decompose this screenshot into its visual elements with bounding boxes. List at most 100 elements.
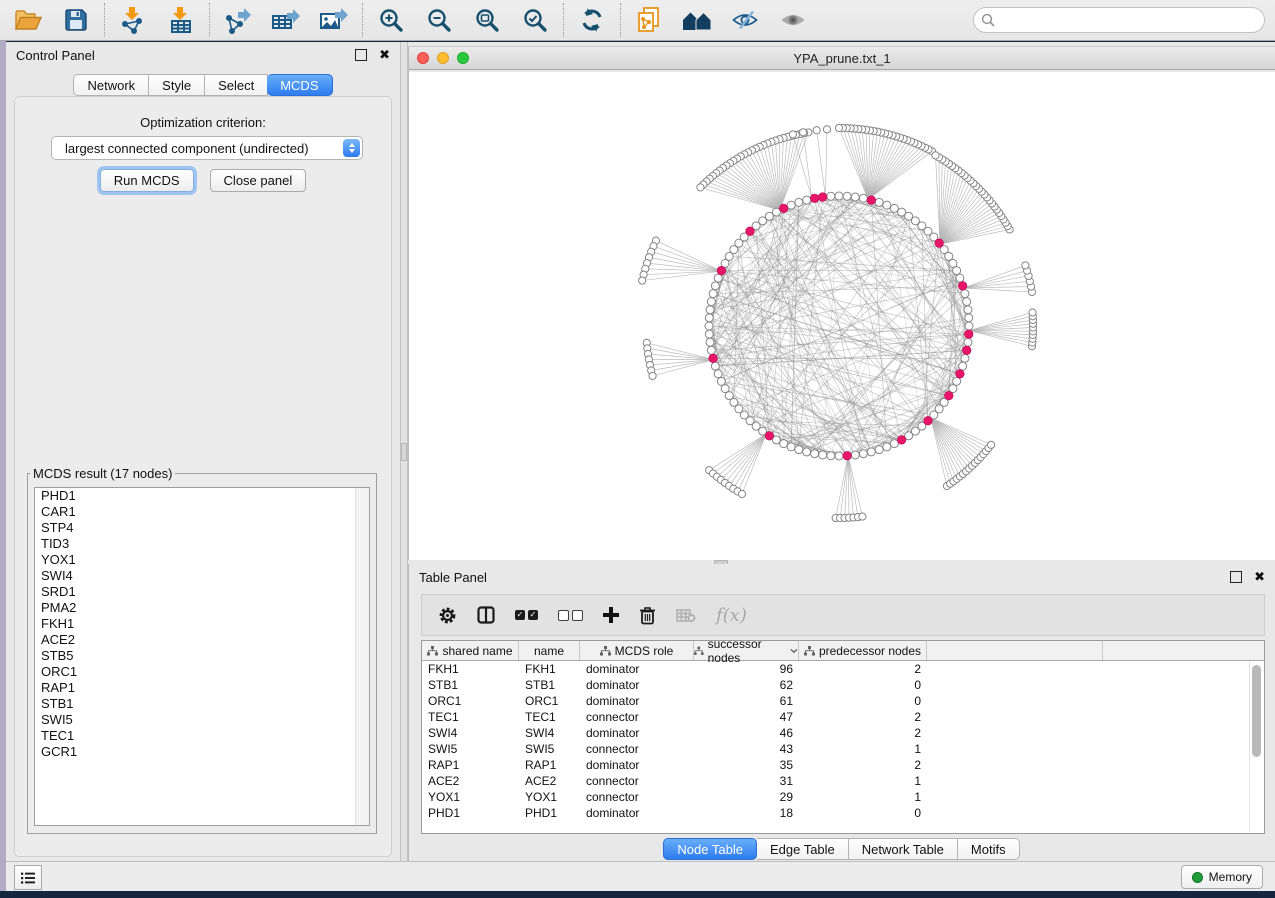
zoom-out-icon[interactable]	[423, 5, 455, 35]
import-network-icon[interactable]	[117, 5, 149, 35]
column-header-name[interactable]: name	[519, 641, 580, 660]
network-canvas[interactable]	[409, 72, 1275, 560]
table-row[interactable]: YOX1YOX1connector291	[422, 789, 1264, 805]
list-icon	[20, 871, 36, 885]
mcds-result-item[interactable]: STB5	[35, 648, 369, 664]
tab-style[interactable]: Style	[149, 74, 205, 96]
close-panel-icon[interactable]: ✖	[1254, 572, 1265, 582]
save-session-icon[interactable]	[60, 5, 92, 35]
mcds-result-item[interactable]: ORC1	[35, 664, 369, 680]
control-panel: Control Panel ✖ NetworkStyleSelectMCDS O…	[6, 42, 400, 862]
shared-column-icon	[600, 646, 611, 656]
table-row[interactable]: PHD1PHD1dominator180	[422, 805, 1264, 821]
window-maximize-light[interactable]	[457, 52, 469, 64]
mcds-result-item[interactable]: CAR1	[35, 504, 369, 520]
mcds-result-item[interactable]: ACE2	[35, 632, 369, 648]
column-header-mcds-role[interactable]: MCDS role	[580, 641, 694, 660]
table-cell: 1	[799, 773, 927, 789]
table-cell: connector	[580, 789, 694, 805]
table-tab-network-table[interactable]: Network Table	[849, 838, 958, 860]
list-scrollbar-track[interactable]	[355, 488, 369, 825]
delete-column-icon[interactable]	[639, 603, 656, 627]
mcds-result-item[interactable]: GCR1	[35, 744, 369, 760]
table-row[interactable]: SWI5SWI5connector431	[422, 741, 1264, 757]
close-panel-button[interactable]: Close panel	[210, 169, 307, 192]
table-scrollbar-thumb[interactable]	[1252, 665, 1261, 757]
duplicate-network-icon[interactable]	[633, 5, 665, 35]
open-file-icon[interactable]	[12, 5, 44, 35]
close-panel-icon[interactable]: ✖	[379, 50, 390, 60]
window-close-light[interactable]	[417, 52, 429, 64]
table-tab-motifs[interactable]: Motifs	[958, 838, 1020, 860]
add-column-icon[interactable]	[603, 603, 619, 627]
table-header-row: shared namenameMCDS rolesuccessor nodesp…	[422, 641, 1264, 661]
table-cell: 35	[694, 757, 799, 773]
table-tab-edge-table[interactable]: Edge Table	[757, 838, 849, 860]
mcds-result-group: MCDS result (17 nodes) PHD1CAR1STP4TID3Y…	[27, 466, 377, 834]
table-row[interactable]: TEC1TEC1connector472	[422, 709, 1264, 725]
vertical-splitter-handle[interactable]	[401, 443, 407, 461]
mcds-result-item[interactable]: STP4	[35, 520, 369, 536]
refresh-layout-icon[interactable]	[576, 5, 608, 35]
function-builder-icon[interactable]: f(x)	[716, 603, 747, 627]
network-window-titlebar[interactable]: YPA_prune.txt_1	[409, 46, 1275, 70]
mcds-result-item[interactable]: TEC1	[35, 728, 369, 744]
float-panel-icon[interactable]	[1230, 571, 1242, 583]
table-row[interactable]: RAP1RAP1dominator352	[422, 757, 1264, 773]
clear-table-icon[interactable]	[676, 603, 696, 627]
deselect-all-checks-icon[interactable]	[558, 603, 583, 627]
export-network-icon[interactable]	[222, 5, 254, 35]
zoom-fit-icon[interactable]	[471, 5, 503, 35]
export-table-icon[interactable]	[270, 5, 302, 35]
settings-gear-icon[interactable]	[438, 603, 457, 627]
mcds-result-item[interactable]: STB1	[35, 696, 369, 712]
mcds-result-item[interactable]: PMA2	[35, 600, 369, 616]
zoom-selected-icon[interactable]	[519, 5, 551, 35]
show-columns-icon[interactable]	[477, 603, 495, 627]
show-all-icon[interactable]	[777, 5, 809, 35]
table-tab-node-table[interactable]: Node Table	[663, 838, 757, 860]
import-table-icon[interactable]	[165, 5, 197, 35]
select-all-checks-icon[interactable]: ✓✓	[515, 603, 538, 627]
table-panel: Table Panel ✖ ✓✓ f(x	[408, 564, 1275, 862]
network-graph[interactable]	[409, 72, 1275, 564]
mcds-result-title: MCDS result (17 nodes)	[30, 466, 175, 481]
tab-mcds[interactable]: MCDS	[267, 74, 332, 96]
run-mcds-button[interactable]: Run MCDS	[100, 169, 194, 192]
export-image-icon[interactable]	[318, 5, 350, 35]
tab-network[interactable]: Network	[73, 74, 149, 96]
table-row[interactable]: ORC1ORC1dominator610	[422, 693, 1264, 709]
table-row[interactable]: STB1STB1dominator620	[422, 677, 1264, 693]
column-header-shared-name[interactable]: shared name	[422, 641, 519, 660]
zoom-in-icon[interactable]	[375, 5, 407, 35]
table-row[interactable]: ACE2ACE2connector311	[422, 773, 1264, 789]
mcds-result-item[interactable]: SRD1	[35, 584, 369, 600]
table-cell: TEC1	[519, 709, 580, 725]
search-input[interactable]	[973, 7, 1265, 33]
control-panel-titlebar: Control Panel ✖	[6, 42, 400, 68]
mcds-result-item[interactable]: SWI4	[35, 568, 369, 584]
column-header-successor-nodes[interactable]: successor nodes	[694, 641, 799, 660]
table-row[interactable]: FKH1FKH1dominator962	[422, 661, 1264, 677]
show-panels-list-button[interactable]	[14, 865, 42, 890]
column-header-predecessor-nodes[interactable]: predecessor nodes	[799, 641, 927, 660]
tab-select[interactable]: Select	[205, 74, 268, 96]
mcds-result-item[interactable]: SWI5	[35, 712, 369, 728]
table-row[interactable]: SWI4SWI4dominator462	[422, 725, 1264, 741]
mcds-result-item[interactable]: PHD1	[35, 488, 369, 504]
float-panel-icon[interactable]	[355, 49, 367, 61]
mcds-result-list[interactable]: PHD1CAR1STP4TID3YOX1SWI4SRD1PMA2FKH1ACE2…	[34, 487, 370, 826]
first-neighbors-icon[interactable]	[681, 5, 713, 35]
hide-selected-icon[interactable]	[729, 5, 761, 35]
mcds-result-item[interactable]: YOX1	[35, 552, 369, 568]
memory-button[interactable]: Memory	[1181, 865, 1263, 889]
window-minimize-light[interactable]	[437, 52, 449, 64]
mcds-result-item[interactable]: TID3	[35, 536, 369, 552]
table-scrollbar-track[interactable]	[1249, 661, 1263, 832]
mcds-result-item[interactable]: FKH1	[35, 616, 369, 632]
criterion-dropdown[interactable]: largest connected component (undirected)	[51, 136, 363, 160]
table-cell: FKH1	[519, 661, 580, 677]
mcds-result-item[interactable]: RAP1	[35, 680, 369, 696]
sort-chevron-icon	[790, 648, 798, 654]
vertical-splitter[interactable]	[400, 42, 408, 862]
